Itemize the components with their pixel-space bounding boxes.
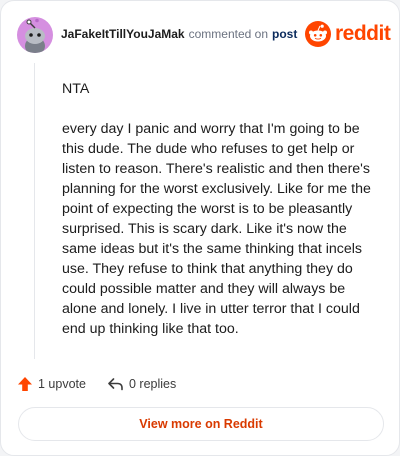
comment-paragraph: every day I panic and worry that I'm goi… [62, 121, 371, 337]
upvote-arrow-icon [18, 377, 32, 391]
comment-paragraph: NTA [62, 81, 90, 97]
comment-embed-card: JaFakeItTillYouJaMak commented on post red… [0, 0, 400, 456]
comment-meta: JaFakeItTillYouJaMak commented on post [61, 27, 297, 41]
comment-actions: 1 upvote 0 replies [17, 373, 383, 395]
thread-line [34, 63, 35, 359]
username[interactable]: JaFakeItTillYouJaMak [61, 27, 185, 41]
replies-button[interactable]: 0 replies [107, 373, 176, 395]
reply-arrow-icon [108, 378, 123, 391]
replies-count: 0 replies [129, 377, 177, 391]
comment-header: JaFakeItTillYouJaMak commented on post red… [17, 17, 391, 53]
reddit-wordmark: reddit [335, 22, 391, 45]
comment-body: NTA every day I panic and worry that I'm… [62, 79, 382, 339]
upvote-button[interactable]: 1 upvote [17, 373, 86, 395]
view-more-button[interactable]: View more on Reddit [18, 407, 384, 441]
action-text: commented on [188, 27, 268, 41]
post-link[interactable]: post [272, 27, 297, 41]
reddit-logo[interactable]: reddit [305, 20, 391, 48]
upvote-count: 1 upvote [38, 377, 86, 391]
snoo-avatar-icon[interactable] [17, 17, 53, 53]
reddit-snoo-icon [305, 21, 331, 47]
